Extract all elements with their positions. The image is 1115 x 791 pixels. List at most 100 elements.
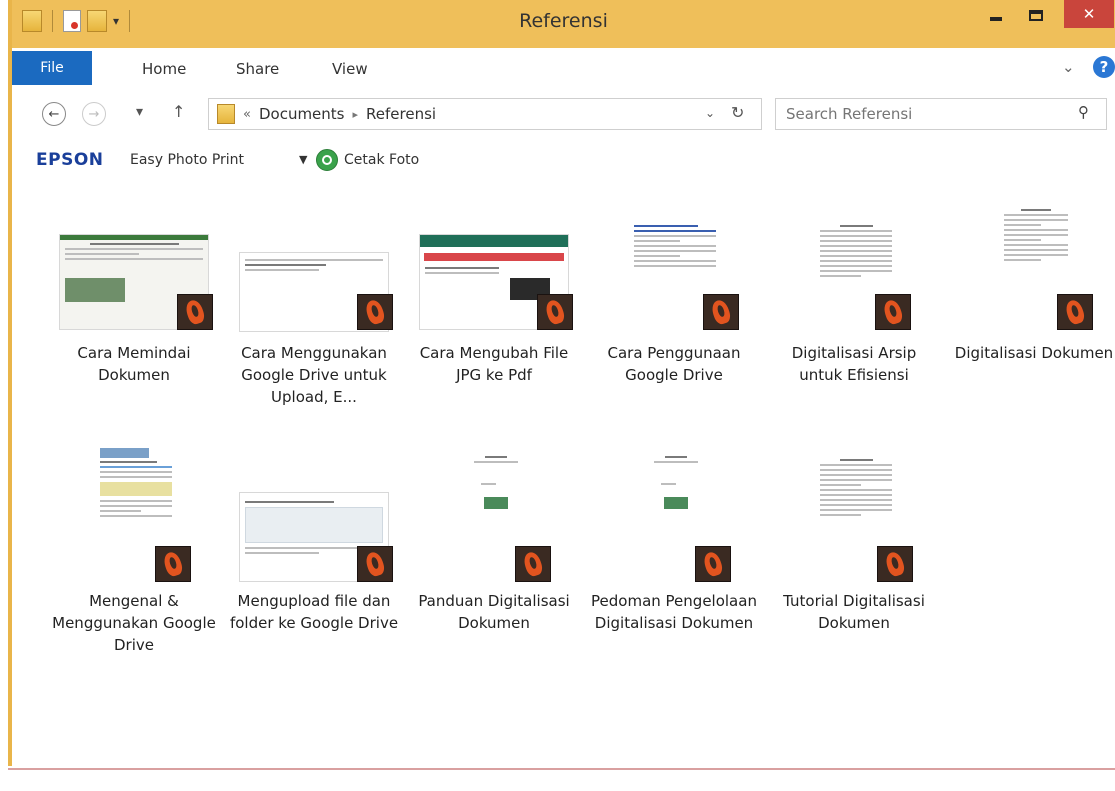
page-line: [1004, 249, 1068, 251]
cetak-foto-button[interactable]: Cetak Foto: [344, 152, 419, 168]
page-line: [100, 505, 172, 507]
address-bar[interactable]: « Documents ▸ Referensi ⌄ ↻: [208, 98, 762, 130]
page-line: [100, 500, 172, 502]
file-item[interactable]: Tutorial Digitalisasi Dokumen: [768, 456, 940, 634]
page-line: [65, 248, 203, 250]
ribbon-tabs: File Home Share View ⌄ ?: [12, 48, 1115, 89]
tab-share[interactable]: Share: [236, 60, 279, 78]
folder-icon: [217, 104, 235, 124]
file-item[interactable]: Panduan Digitalisasi Dokumen: [408, 450, 580, 634]
page-line: [820, 514, 861, 516]
page-line: [474, 461, 519, 463]
page-line: [90, 243, 179, 245]
file-name: Mengenal & Menggunakan Google Drive: [52, 592, 216, 654]
page-line: [820, 489, 892, 491]
page-line: [820, 484, 861, 486]
pdf-icon: [357, 546, 393, 582]
help-icon[interactable]: ?: [1093, 56, 1115, 78]
page-line: [665, 456, 688, 458]
file-item[interactable]: Cara Penggunaan Google Drive: [588, 222, 760, 386]
file-thumbnail: [779, 222, 929, 334]
file-name: Cara Mengubah File JPG ke Pdf: [419, 344, 569, 384]
page-line: [1021, 209, 1051, 211]
page-line: [1004, 234, 1068, 236]
pdf-icon: [515, 546, 551, 582]
page-line: [245, 501, 334, 503]
page-line: [245, 552, 319, 554]
file-item[interactable]: Cara Memindai Dokumen: [48, 222, 220, 386]
page-logo: [664, 497, 688, 509]
tab-view[interactable]: View: [332, 60, 368, 78]
file-name: Pedoman Pengelolaan Digitalisasi Dokumen: [591, 592, 757, 632]
pdf-icon: [1057, 294, 1093, 330]
easy-photo-print-button[interactable]: Easy Photo Print: [130, 152, 244, 168]
page-line: [820, 240, 892, 242]
file-item[interactable]: Pedoman Pengelolaan Digitalisasi Dokumen: [588, 450, 760, 634]
breadcrumb-overflow[interactable]: «: [243, 107, 251, 122]
easy-photo-print-chevron-down-icon[interactable]: ▼: [299, 153, 307, 166]
page-line: [820, 509, 892, 511]
pdf-icon: [537, 294, 573, 330]
search-box[interactable]: ⚲: [775, 98, 1107, 130]
tab-home[interactable]: Home: [142, 60, 186, 78]
file-name: Digitalisasi Dokumen: [954, 344, 1114, 362]
page-line: [820, 464, 892, 466]
file-thumbnail: [419, 450, 569, 582]
file-thumbnail: [959, 206, 1109, 334]
page-line: [820, 255, 892, 257]
recent-locations-chevron-down-icon[interactable]: ▾: [136, 104, 143, 120]
breadcrumb-documents[interactable]: Documents: [259, 105, 345, 123]
pdf-icon: [695, 546, 731, 582]
page-line: [820, 479, 892, 481]
refresh-icon[interactable]: ↻: [731, 103, 744, 122]
maximize-button[interactable]: [1016, 0, 1056, 30]
page-line: [654, 461, 699, 463]
file-name: Panduan Digitalisasi Dokumen: [418, 592, 570, 632]
file-item[interactable]: Digitalisasi Dokumen: [948, 206, 1115, 364]
file-item[interactable]: Mengenal & Menggunakan Google Drive: [48, 446, 220, 656]
breadcrumb-referensi[interactable]: Referensi: [366, 105, 436, 123]
page-line: [820, 250, 892, 252]
file-thumbnail: [59, 222, 213, 334]
arrow-left-icon: ←: [48, 106, 60, 122]
expand-ribbon-chevron-down-icon[interactable]: ⌄: [1062, 58, 1075, 76]
page-line: [820, 265, 892, 267]
pdf-icon: [703, 294, 739, 330]
file-item[interactable]: Cara Mengubah File JPG ke Pdf: [408, 222, 580, 386]
epson-logo: EPSON: [36, 150, 104, 170]
page-line: [100, 515, 172, 517]
up-arrow-icon[interactable]: ↑: [172, 102, 185, 121]
back-button[interactable]: ←: [42, 102, 66, 126]
page-line: [245, 259, 383, 261]
file-name: Cara Memindai Dokumen: [77, 344, 191, 384]
page-line: [100, 476, 172, 478]
minimize-button[interactable]: [976, 0, 1016, 30]
page-line: [1004, 244, 1068, 246]
close-button[interactable]: ✕: [1064, 0, 1114, 28]
page-line: [820, 504, 892, 506]
page-line: [634, 240, 680, 242]
search-icon[interactable]: ⚲: [1078, 103, 1089, 121]
file-item[interactable]: Cara Menggunakan Google Drive untuk Uplo…: [228, 222, 400, 408]
file-name: Cara Menggunakan Google Drive untuk Uplo…: [241, 344, 387, 406]
arrow-right-icon: →: [88, 106, 100, 122]
address-history-chevron-down-icon[interactable]: ⌄: [705, 106, 715, 120]
tab-file[interactable]: File: [12, 51, 92, 85]
search-input[interactable]: [786, 103, 1056, 125]
page-line: [1004, 259, 1041, 261]
breadcrumb-separator-icon[interactable]: ▸: [353, 108, 359, 121]
page-line: [245, 269, 319, 271]
page-line: [100, 471, 172, 473]
page-line: [100, 510, 141, 512]
file-item[interactable]: Digitalisasi Arsip untuk Efisiensi: [768, 222, 940, 386]
print-icon[interactable]: [316, 149, 338, 171]
page-line: [634, 250, 716, 252]
page-line: [820, 245, 892, 247]
minimize-icon: [990, 17, 1002, 21]
page-line: [840, 459, 873, 461]
forward-button[interactable]: →: [82, 102, 106, 126]
window-bottom-border: [8, 768, 1115, 770]
file-item[interactable]: Mengupload file dan folder ke Google Dri…: [228, 470, 400, 634]
page-line: [1004, 239, 1041, 241]
page-line: [820, 469, 892, 471]
